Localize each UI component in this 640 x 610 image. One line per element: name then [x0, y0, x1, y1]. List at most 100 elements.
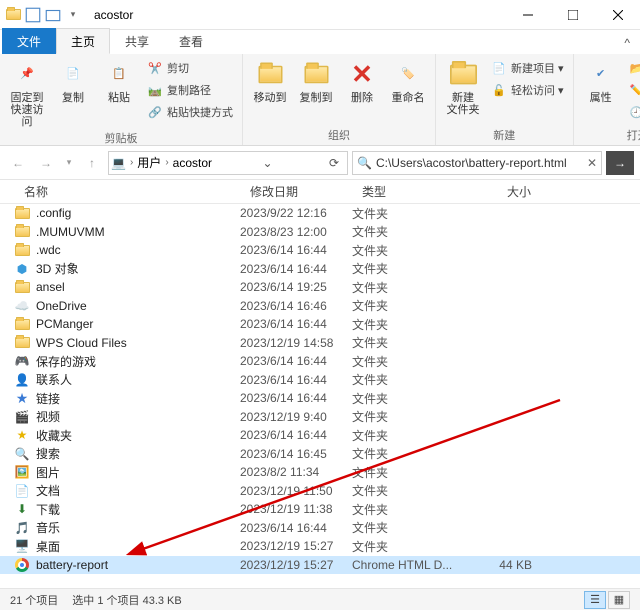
- file-row[interactable]: 📄文档2023/12/19 11:50文件夹: [0, 482, 640, 501]
- file-row[interactable]: ★收藏夹2023/6/14 16:44文件夹: [0, 426, 640, 445]
- view-details-button[interactable]: ☰: [584, 591, 606, 609]
- qat-properties-icon[interactable]: [24, 6, 42, 24]
- minimize-button[interactable]: [505, 0, 550, 30]
- search-box[interactable]: 🔍 ✕: [352, 151, 602, 175]
- refresh-button[interactable]: ⟳: [323, 156, 345, 170]
- file-date: 2023/12/19 14:58: [240, 336, 352, 350]
- file-name-label: .wdc: [36, 243, 61, 257]
- nav-back-button[interactable]: ←: [6, 151, 30, 175]
- newfolder-button[interactable]: 新建 文件夹: [442, 58, 484, 116]
- rename-button[interactable]: 🏷️重命名: [387, 58, 429, 104]
- file-type: 文件夹: [352, 242, 460, 259]
- tab-home[interactable]: 主页: [56, 28, 110, 54]
- copypath-button[interactable]: 🛤️复制路径: [144, 80, 236, 100]
- properties-button[interactable]: ✔︎属性: [580, 58, 622, 104]
- tab-share[interactable]: 共享: [110, 28, 164, 54]
- file-row[interactable]: .config2023/9/22 12:16文件夹: [0, 204, 640, 223]
- file-row[interactable]: ☁️OneDrive2023/6/14 16:46文件夹: [0, 297, 640, 316]
- pasteshortcut-button[interactable]: 🔗粘贴快捷方式: [144, 102, 236, 122]
- group-open-label: 打开: [580, 125, 640, 143]
- file-icon: 📄: [14, 483, 30, 499]
- col-name[interactable]: 名称: [14, 180, 240, 203]
- file-row[interactable]: PCManger2023/6/14 16:44文件夹: [0, 315, 640, 334]
- file-row[interactable]: ⬢3D 对象2023/6/14 16:44文件夹: [0, 260, 640, 279]
- file-name-label: 视频: [36, 408, 60, 425]
- file-row[interactable]: 🎵音乐2023/6/14 16:44文件夹: [0, 519, 640, 538]
- file-row[interactable]: ansel2023/6/14 19:25文件夹: [0, 278, 640, 297]
- file-size: 44 KB: [460, 558, 540, 572]
- chevron-icon[interactable]: ›: [165, 157, 168, 168]
- ribbon-collapse-icon[interactable]: ^: [614, 32, 640, 54]
- cut-button[interactable]: ✂️剪切: [144, 58, 236, 78]
- col-type[interactable]: 类型: [352, 180, 460, 203]
- open-button[interactable]: 📂打开 ▾: [626, 58, 640, 78]
- nav-bar: ← → ▾ ↑ 💻 › 用户 › acostor ⌄ ⟳ 🔍 ✕ →: [0, 146, 640, 180]
- history-button[interactable]: 🕘历史记录: [626, 102, 640, 122]
- file-date: 2023/12/19 11:50: [240, 484, 352, 498]
- pin-quickaccess-button[interactable]: 📌固定到 快速访问: [6, 58, 48, 128]
- maximize-button[interactable]: [550, 0, 595, 30]
- file-row[interactable]: 🎬视频2023/12/19 9:40文件夹: [0, 408, 640, 427]
- chevron-icon[interactable]: ›: [130, 157, 133, 168]
- file-row[interactable]: ★链接2023/6/14 16:44文件夹: [0, 389, 640, 408]
- qat-dropdown-icon[interactable]: ▾: [64, 6, 82, 24]
- file-type: 文件夹: [352, 390, 460, 407]
- view-icons-button[interactable]: ▦: [608, 591, 630, 609]
- easyaccess-button[interactable]: 🔓轻松访问 ▾: [488, 80, 567, 100]
- search-clear-icon[interactable]: ✕: [587, 156, 597, 170]
- file-row[interactable]: .MUMUVMM2023/8/23 12:00文件夹: [0, 223, 640, 242]
- file-name-label: 3D 对象: [36, 260, 79, 277]
- paste-button[interactable]: 📋粘贴: [98, 58, 140, 104]
- delete-button[interactable]: ✕删除: [341, 58, 383, 104]
- file-row[interactable]: ⬇下载2023/12/19 11:38文件夹: [0, 500, 640, 519]
- close-button[interactable]: [595, 0, 640, 30]
- file-type: 文件夹: [352, 334, 460, 351]
- file-row[interactable]: 🎮保存的游戏2023/6/14 16:44文件夹: [0, 352, 640, 371]
- file-icon: ★: [14, 427, 30, 443]
- file-row[interactable]: 🔍搜索2023/6/14 16:45文件夹: [0, 445, 640, 464]
- file-icon: 🎮: [14, 353, 30, 369]
- file-type: 文件夹: [352, 538, 460, 555]
- search-icon: 🔍: [357, 156, 372, 170]
- copyto-button[interactable]: 复制到: [295, 58, 337, 104]
- col-size[interactable]: 大小: [460, 180, 540, 203]
- newitem-button[interactable]: 📄新建项目 ▾: [488, 58, 567, 78]
- file-row[interactable]: 🖥️ 桌面 2023/12/19 15:27文件夹: [0, 537, 640, 556]
- nav-forward-button[interactable]: →: [34, 151, 58, 175]
- file-date: 2023/9/22 12:16: [240, 206, 352, 220]
- tab-file[interactable]: 文件: [2, 28, 56, 54]
- tab-view[interactable]: 查看: [164, 28, 218, 54]
- breadcrumb-acostor[interactable]: acostor: [173, 156, 212, 170]
- file-row[interactable]: .wdc2023/6/14 16:44文件夹: [0, 241, 640, 260]
- nav-history-dropdown[interactable]: ▾: [62, 151, 76, 175]
- file-date: 2023/6/14 16:44: [240, 428, 352, 442]
- file-name-label: 桌面: [36, 538, 60, 555]
- addr-dropdown-icon[interactable]: ⌄: [257, 156, 279, 170]
- file-name-label: OneDrive: [36, 299, 87, 313]
- address-bar[interactable]: 💻 › 用户 › acostor ⌄ ⟳: [108, 151, 348, 175]
- file-icon: ⬢: [14, 261, 30, 277]
- group-clipboard-label: 剪贴板: [6, 128, 236, 146]
- qat-newfolder-icon[interactable]: [44, 6, 62, 24]
- file-icon: 🔍: [14, 446, 30, 462]
- file-type: 文件夹: [352, 464, 460, 481]
- file-row[interactable]: WPS Cloud Files2023/12/19 14:58文件夹: [0, 334, 640, 353]
- file-type: 文件夹: [352, 371, 460, 388]
- file-name-label: .MUMUVMM: [36, 225, 105, 239]
- file-icon: 🖥️: [14, 538, 30, 554]
- moveto-button[interactable]: 移动到: [249, 58, 291, 104]
- breadcrumb-users[interactable]: 用户: [137, 154, 161, 171]
- nav-up-button[interactable]: ↑: [80, 151, 104, 175]
- search-input[interactable]: [376, 156, 583, 170]
- copy-button[interactable]: 📄复制: [52, 58, 94, 104]
- file-row[interactable]: 🖼️图片2023/8/2 11:34文件夹: [0, 463, 640, 482]
- file-row[interactable]: 👤联系人2023/6/14 16:44文件夹: [0, 371, 640, 390]
- edit-button[interactable]: ✏️编辑: [626, 80, 640, 100]
- go-button[interactable]: →: [606, 151, 634, 175]
- file-date: 2023/6/14 16:46: [240, 299, 352, 313]
- file-date: 2023/12/19 15:27: [240, 539, 352, 553]
- file-row[interactable]: battery-report2023/12/19 15:27Chrome HTM…: [0, 556, 640, 575]
- file-icon: [14, 242, 30, 258]
- col-date[interactable]: 修改日期: [240, 180, 352, 203]
- file-date: 2023/12/19 11:38: [240, 502, 352, 516]
